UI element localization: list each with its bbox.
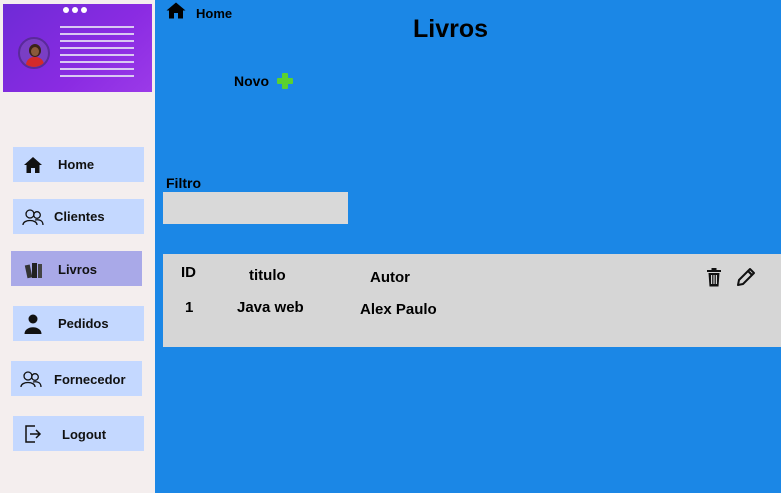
novo-button[interactable]: Novo (234, 73, 293, 89)
sidebar-item-livros[interactable]: Livros (11, 251, 142, 286)
cell-autor: Alex Paulo (360, 301, 437, 318)
column-header-autor: Autor (370, 269, 410, 286)
sidebar-item-label: Home (58, 157, 95, 172)
breadcrumb-home-label: Home (196, 5, 233, 21)
sidebar-item-label: Pedidos (58, 316, 109, 331)
profile-text-lines (60, 26, 134, 82)
column-header-id: ID (181, 264, 196, 281)
edit-pencil-icon[interactable] (736, 267, 756, 292)
sidebar-item-label: Fornecedor (54, 372, 126, 387)
filter-input[interactable] (163, 192, 348, 224)
sidebar-item-home[interactable]: Home (13, 147, 144, 182)
users-icon (20, 368, 42, 390)
plus-icon (277, 73, 293, 89)
logout-icon (22, 423, 44, 445)
cell-titulo: Java web (237, 299, 304, 316)
sidebar-item-clientes[interactable]: Clientes (13, 199, 144, 234)
avatar (18, 37, 50, 69)
profile-card (3, 4, 152, 92)
sidebar-item-fornecedor[interactable]: Fornecedor (11, 361, 142, 396)
home-icon (22, 154, 44, 176)
books-icon (23, 258, 45, 280)
trash-icon[interactable] (706, 267, 722, 292)
filter-label: Filtro (166, 175, 201, 191)
home-icon (166, 2, 186, 24)
sidebar-item-label: Clientes (54, 209, 105, 224)
novo-label: Novo (234, 73, 269, 89)
breadcrumb-home[interactable]: Home (166, 2, 232, 24)
books-table: ID titulo Autor 1 Java web Alex Paulo (163, 254, 781, 347)
page-title: Livros (413, 15, 489, 43)
sidebar-item-logout[interactable]: Logout (13, 416, 144, 451)
sidebar-item-label: Logout (62, 427, 107, 442)
sidebar-item-label: Livros (58, 262, 98, 277)
cell-id: 1 (185, 299, 194, 316)
column-header-titulo: titulo (249, 267, 286, 284)
sidebar-item-pedidos[interactable]: Pedidos (13, 306, 144, 341)
person-icon (22, 313, 44, 335)
sidebar: Home Clientes Livros Pedidos Fornecedor … (0, 0, 155, 493)
more-dots-icon[interactable] (63, 7, 87, 13)
users-icon (22, 206, 44, 228)
